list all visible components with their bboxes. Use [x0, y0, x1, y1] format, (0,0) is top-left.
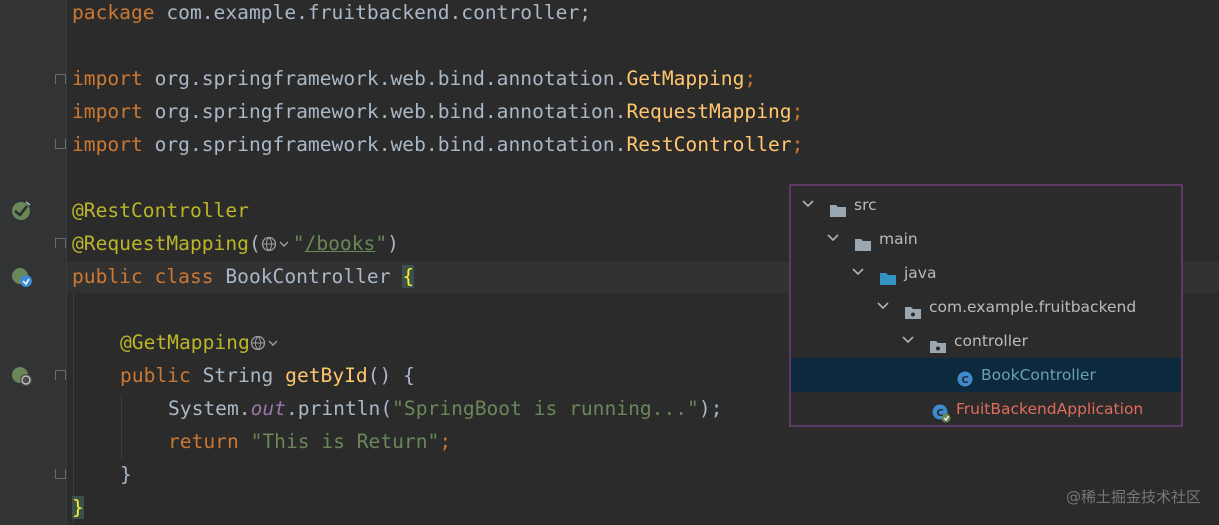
tree-item-bookcontroller[interactable]: C BookController — [791, 358, 1181, 392]
globe-dropdown-icon[interactable] — [261, 227, 293, 260]
watermark: @稀土掘金技术社区 — [1065, 488, 1201, 506]
fold-marker[interactable] — [55, 74, 66, 84]
chevron-down-icon[interactable] — [877, 290, 891, 324]
package-icon — [904, 299, 922, 319]
chevron-down-icon[interactable] — [827, 222, 841, 256]
fold-marker[interactable] — [55, 469, 66, 479]
code-line-restcontroller-annotation[interactable]: @RestController — [72, 194, 249, 227]
tree-item-package-controller[interactable]: controller — [791, 324, 1181, 358]
folder-icon — [854, 231, 872, 251]
chevron-down-icon[interactable] — [852, 256, 866, 290]
code-line-import-requestmapping[interactable]: import org.springframework.web.bind.anno… — [72, 95, 803, 128]
indent-guide — [73, 262, 74, 525]
chevron-down-icon[interactable] — [802, 188, 816, 222]
source-folder-icon — [879, 265, 897, 285]
chevron-down-icon[interactable] — [902, 324, 916, 358]
fold-marker[interactable] — [55, 139, 66, 149]
fold-marker[interactable] — [55, 370, 66, 380]
tree-item-src[interactable]: src — [791, 188, 1181, 222]
globe-dropdown-icon[interactable] — [250, 326, 282, 359]
folder-icon — [829, 197, 847, 217]
code-line-method-declaration[interactable]: public String getById() { — [120, 359, 415, 392]
books-url-link[interactable]: /books — [305, 232, 376, 255]
svg-text:C: C — [961, 375, 968, 386]
spring-endpoint-icon[interactable] — [10, 265, 34, 289]
indent-guide — [121, 394, 122, 460]
code-line-class-declaration[interactable]: public class BookController { — [72, 260, 415, 293]
web-endpoint-icon[interactable] — [10, 364, 34, 388]
spring-boot-class-icon: C — [931, 401, 951, 423]
tree-item-main[interactable]: main — [791, 222, 1181, 256]
code-line-getmapping-annotation[interactable]: @GetMapping — [120, 326, 282, 359]
code-line-return[interactable]: return "This is Return"; — [168, 425, 451, 458]
spring-bean-icon[interactable] — [10, 199, 34, 223]
code-line-requestmapping-annotation[interactable]: @RequestMapping("/books") — [72, 227, 399, 260]
tree-item-java[interactable]: java — [791, 256, 1181, 290]
package-icon — [929, 333, 947, 353]
tree-item-fruitbackendapplication[interactable]: C FruitBackendApplication — [791, 392, 1181, 426]
code-line-println[interactable]: System.out.println("SpringBoot is runnin… — [168, 392, 722, 425]
code-line-package[interactable]: package com.example.fruitbackend.control… — [72, 0, 591, 29]
fold-marker[interactable] — [55, 238, 66, 248]
code-line-import-restcontroller[interactable]: import org.springframework.web.bind.anno… — [72, 128, 803, 161]
tree-item-package-root[interactable]: com.example.fruitbackend — [791, 290, 1181, 324]
matched-brace: { — [402, 265, 415, 288]
code-line-method-close[interactable]: } — [120, 458, 132, 491]
code-line-import-getmapping[interactable]: import org.springframework.web.bind.anno… — [72, 62, 756, 95]
project-tree-panel: src main java com.example.fruitbackend c… — [789, 184, 1183, 427]
matched-brace: } — [72, 496, 84, 519]
code-line-class-close[interactable]: } — [72, 491, 84, 524]
class-icon: C — [956, 367, 974, 387]
